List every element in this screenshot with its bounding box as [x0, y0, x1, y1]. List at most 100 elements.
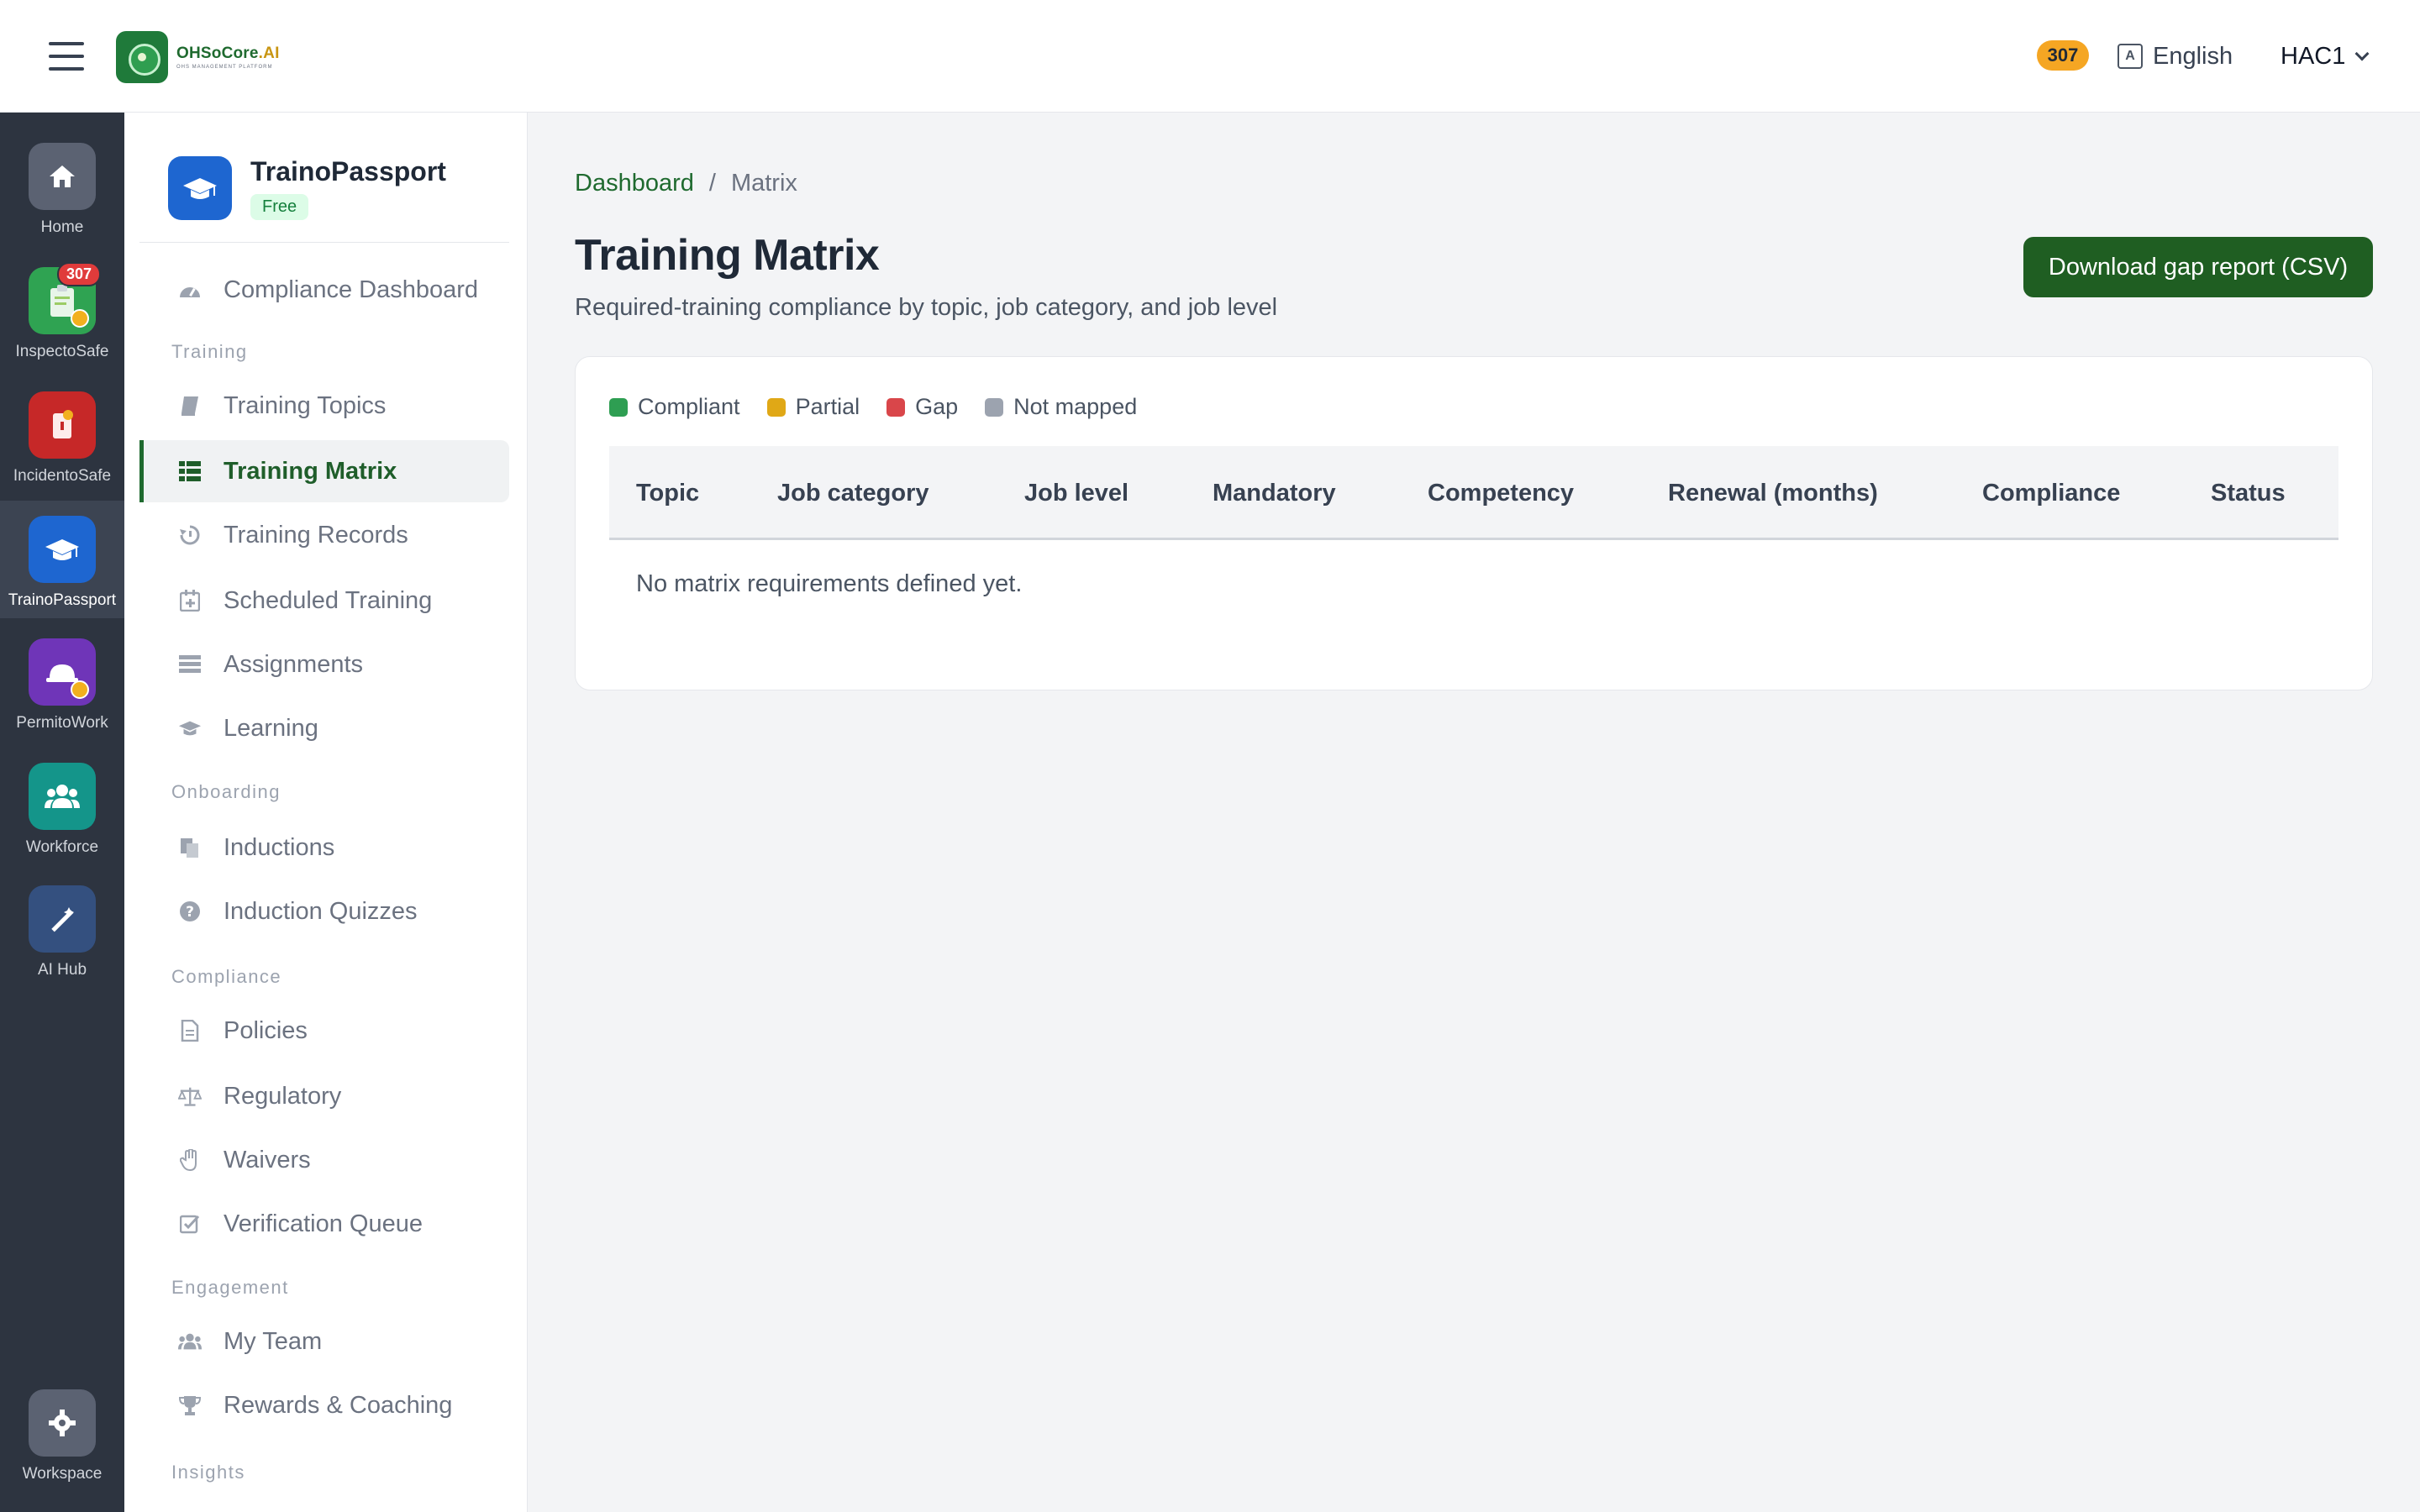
- book-icon: [178, 394, 202, 417]
- checkbox-icon: [178, 1212, 202, 1236]
- main-content: Dashboard / Matrix Training Matrix Requi…: [528, 113, 2420, 1512]
- nav-learning[interactable]: Learning: [139, 697, 509, 759]
- section-onboarding: Onboarding: [171, 781, 281, 802]
- nav-label: Regulatory: [224, 1082, 342, 1110]
- nav-label: Compliance Dashboard: [224, 276, 479, 303]
- column-header-job-category[interactable]: Job category: [777, 446, 929, 540]
- brand-logo[interactable]: OHSoCore.AI OHS MANAGEMENT PLATFORM: [116, 30, 280, 84]
- check-badge-icon: [71, 680, 89, 699]
- rail-label: TrainoPassport: [8, 591, 117, 609]
- language-selector[interactable]: A English: [2118, 37, 2233, 76]
- nav-compliance-dashboard[interactable]: Compliance Dashboard: [139, 259, 509, 321]
- nav-waivers[interactable]: Waivers: [139, 1129, 509, 1191]
- column-header-mandatory[interactable]: Mandatory: [1213, 446, 1336, 540]
- legend-label: Gap: [915, 394, 959, 419]
- nav-my-team[interactable]: My Team: [139, 1310, 509, 1373]
- breadcrumb-dashboard-link[interactable]: Dashboard: [575, 170, 694, 197]
- legend-swatch: [609, 397, 628, 417]
- nav-verification-queue[interactable]: Verification Queue: [139, 1193, 509, 1255]
- legend-label: Compliant: [638, 394, 740, 419]
- user-name: HAC1: [2281, 42, 2346, 70]
- page-subtitle: Required-training compliance by topic, j…: [575, 294, 1278, 321]
- column-header-status[interactable]: Status: [2211, 446, 2286, 540]
- module-sidebar: TrainoPassport Free Compliance Dashboard…: [124, 113, 528, 1512]
- rail-label: IncidentoSafe: [13, 467, 112, 485]
- nav-rewards-coaching[interactable]: Rewards & Coaching: [139, 1374, 509, 1436]
- rail-item-inspectosafe[interactable]: 307 InspectoSafe: [0, 262, 124, 361]
- section-engagement: Engagement: [171, 1277, 289, 1298]
- top-bar: OHSoCore.AI OHS MANAGEMENT PLATFORM 307 …: [0, 0, 2420, 113]
- nav-training-matrix[interactable]: Training Matrix: [139, 440, 509, 502]
- legend-label: Partial: [795, 394, 860, 419]
- matrix-card: Compliant Partial Gap Not mapped Topic J…: [575, 356, 2373, 690]
- download-gap-report-button[interactable]: Download gap report (CSV): [2023, 237, 2373, 297]
- column-header-job-level[interactable]: Job level: [1024, 446, 1128, 540]
- rail-badge: 307: [56, 262, 101, 286]
- nav-regulatory[interactable]: Regulatory: [139, 1065, 509, 1127]
- rail-item-workspace[interactable]: Workspace: [0, 1389, 124, 1483]
- gear-icon: [29, 1389, 96, 1457]
- hardhat-icon: [29, 638, 96, 706]
- rail-label: Home: [40, 218, 84, 236]
- column-header-competency[interactable]: Competency: [1428, 446, 1574, 540]
- notification-badge[interactable]: 307: [2037, 40, 2089, 71]
- rail-item-permitowork[interactable]: PermitoWork: [0, 638, 124, 732]
- nav-label: Learning: [224, 714, 318, 742]
- rail-item-home[interactable]: Home: [0, 143, 124, 237]
- breadcrumb: Dashboard / Matrix: [575, 170, 797, 197]
- clipboard-check-icon: 307: [29, 262, 101, 334]
- app-rail: Home 307 InspectoSafe IncidentoSafe Trai…: [0, 113, 124, 1512]
- user-menu[interactable]: HAC1: [2281, 37, 2370, 76]
- grid-icon: [178, 459, 202, 483]
- status-legend: Compliant Partial Gap Not mapped: [609, 394, 1164, 420]
- legend-compliant: Compliant: [609, 394, 740, 420]
- brand-name: OHSoCore.AI: [176, 45, 280, 62]
- history-icon: [178, 523, 202, 547]
- nav-label: Rewards & Coaching: [224, 1391, 453, 1419]
- rail-item-workforce[interactable]: Workforce: [0, 763, 124, 857]
- nav-label: Policies: [224, 1016, 308, 1044]
- nav-label: Waivers: [224, 1146, 311, 1173]
- rail-label: AI Hub: [37, 961, 87, 979]
- section-compliance: Compliance: [171, 966, 282, 987]
- shield-logo-icon: [116, 31, 168, 83]
- nav-training-records[interactable]: Training Records: [139, 504, 509, 566]
- column-header-renewal[interactable]: Renewal (months): [1668, 446, 1878, 540]
- legend-swatch: [985, 397, 1004, 417]
- legend-swatch: [886, 397, 906, 417]
- nav-policies[interactable]: Policies: [139, 1000, 509, 1062]
- nav-inductions[interactable]: Inductions: [139, 816, 509, 879]
- section-insights: Insights: [171, 1462, 245, 1483]
- question-circle-icon: ?: [178, 900, 202, 923]
- nav-label: Verification Queue: [224, 1210, 423, 1237]
- breadcrumb-current: Matrix: [730, 170, 797, 197]
- column-header-topic[interactable]: Topic: [636, 446, 699, 540]
- nav-label: Training Records: [224, 521, 408, 549]
- rail-item-trainopassport[interactable]: TrainoPassport: [0, 501, 124, 618]
- nav-label: Scheduled Training: [224, 586, 433, 614]
- legend-not-mapped: Not mapped: [985, 394, 1137, 420]
- column-header-compliance[interactable]: Compliance: [1982, 446, 2120, 540]
- documents-icon: [178, 836, 202, 859]
- menu-icon[interactable]: [49, 42, 84, 71]
- document-icon: [178, 1019, 202, 1042]
- svg-text:?: ?: [186, 904, 194, 921]
- brand-tagline: OHS MANAGEMENT PLATFORM: [176, 65, 273, 70]
- module-header: TrainoPassport Free: [168, 156, 446, 220]
- nav-training-topics[interactable]: Training Topics: [139, 375, 509, 437]
- hand-icon: [178, 1148, 202, 1172]
- graduation-cap-icon: [29, 516, 96, 583]
- rail-item-incidentosafe[interactable]: IncidentoSafe: [0, 391, 124, 486]
- nav-label: Training Matrix: [224, 457, 397, 485]
- users-icon: [178, 1330, 202, 1353]
- list-icon: [178, 653, 202, 676]
- rail-item-ai-hub[interactable]: AI Hub: [0, 885, 124, 979]
- nav-assignments[interactable]: Assignments: [139, 633, 509, 696]
- section-training: Training: [171, 341, 248, 362]
- graduation-cap-icon: [168, 156, 232, 220]
- rail-label: Workspace: [22, 1465, 103, 1483]
- nav-scheduled-training[interactable]: Scheduled Training: [139, 570, 509, 632]
- nav-induction-quizzes[interactable]: ? Induction Quizzes: [139, 880, 509, 942]
- nav-label: Training Topics: [224, 391, 387, 419]
- alert-document-icon: [29, 391, 96, 459]
